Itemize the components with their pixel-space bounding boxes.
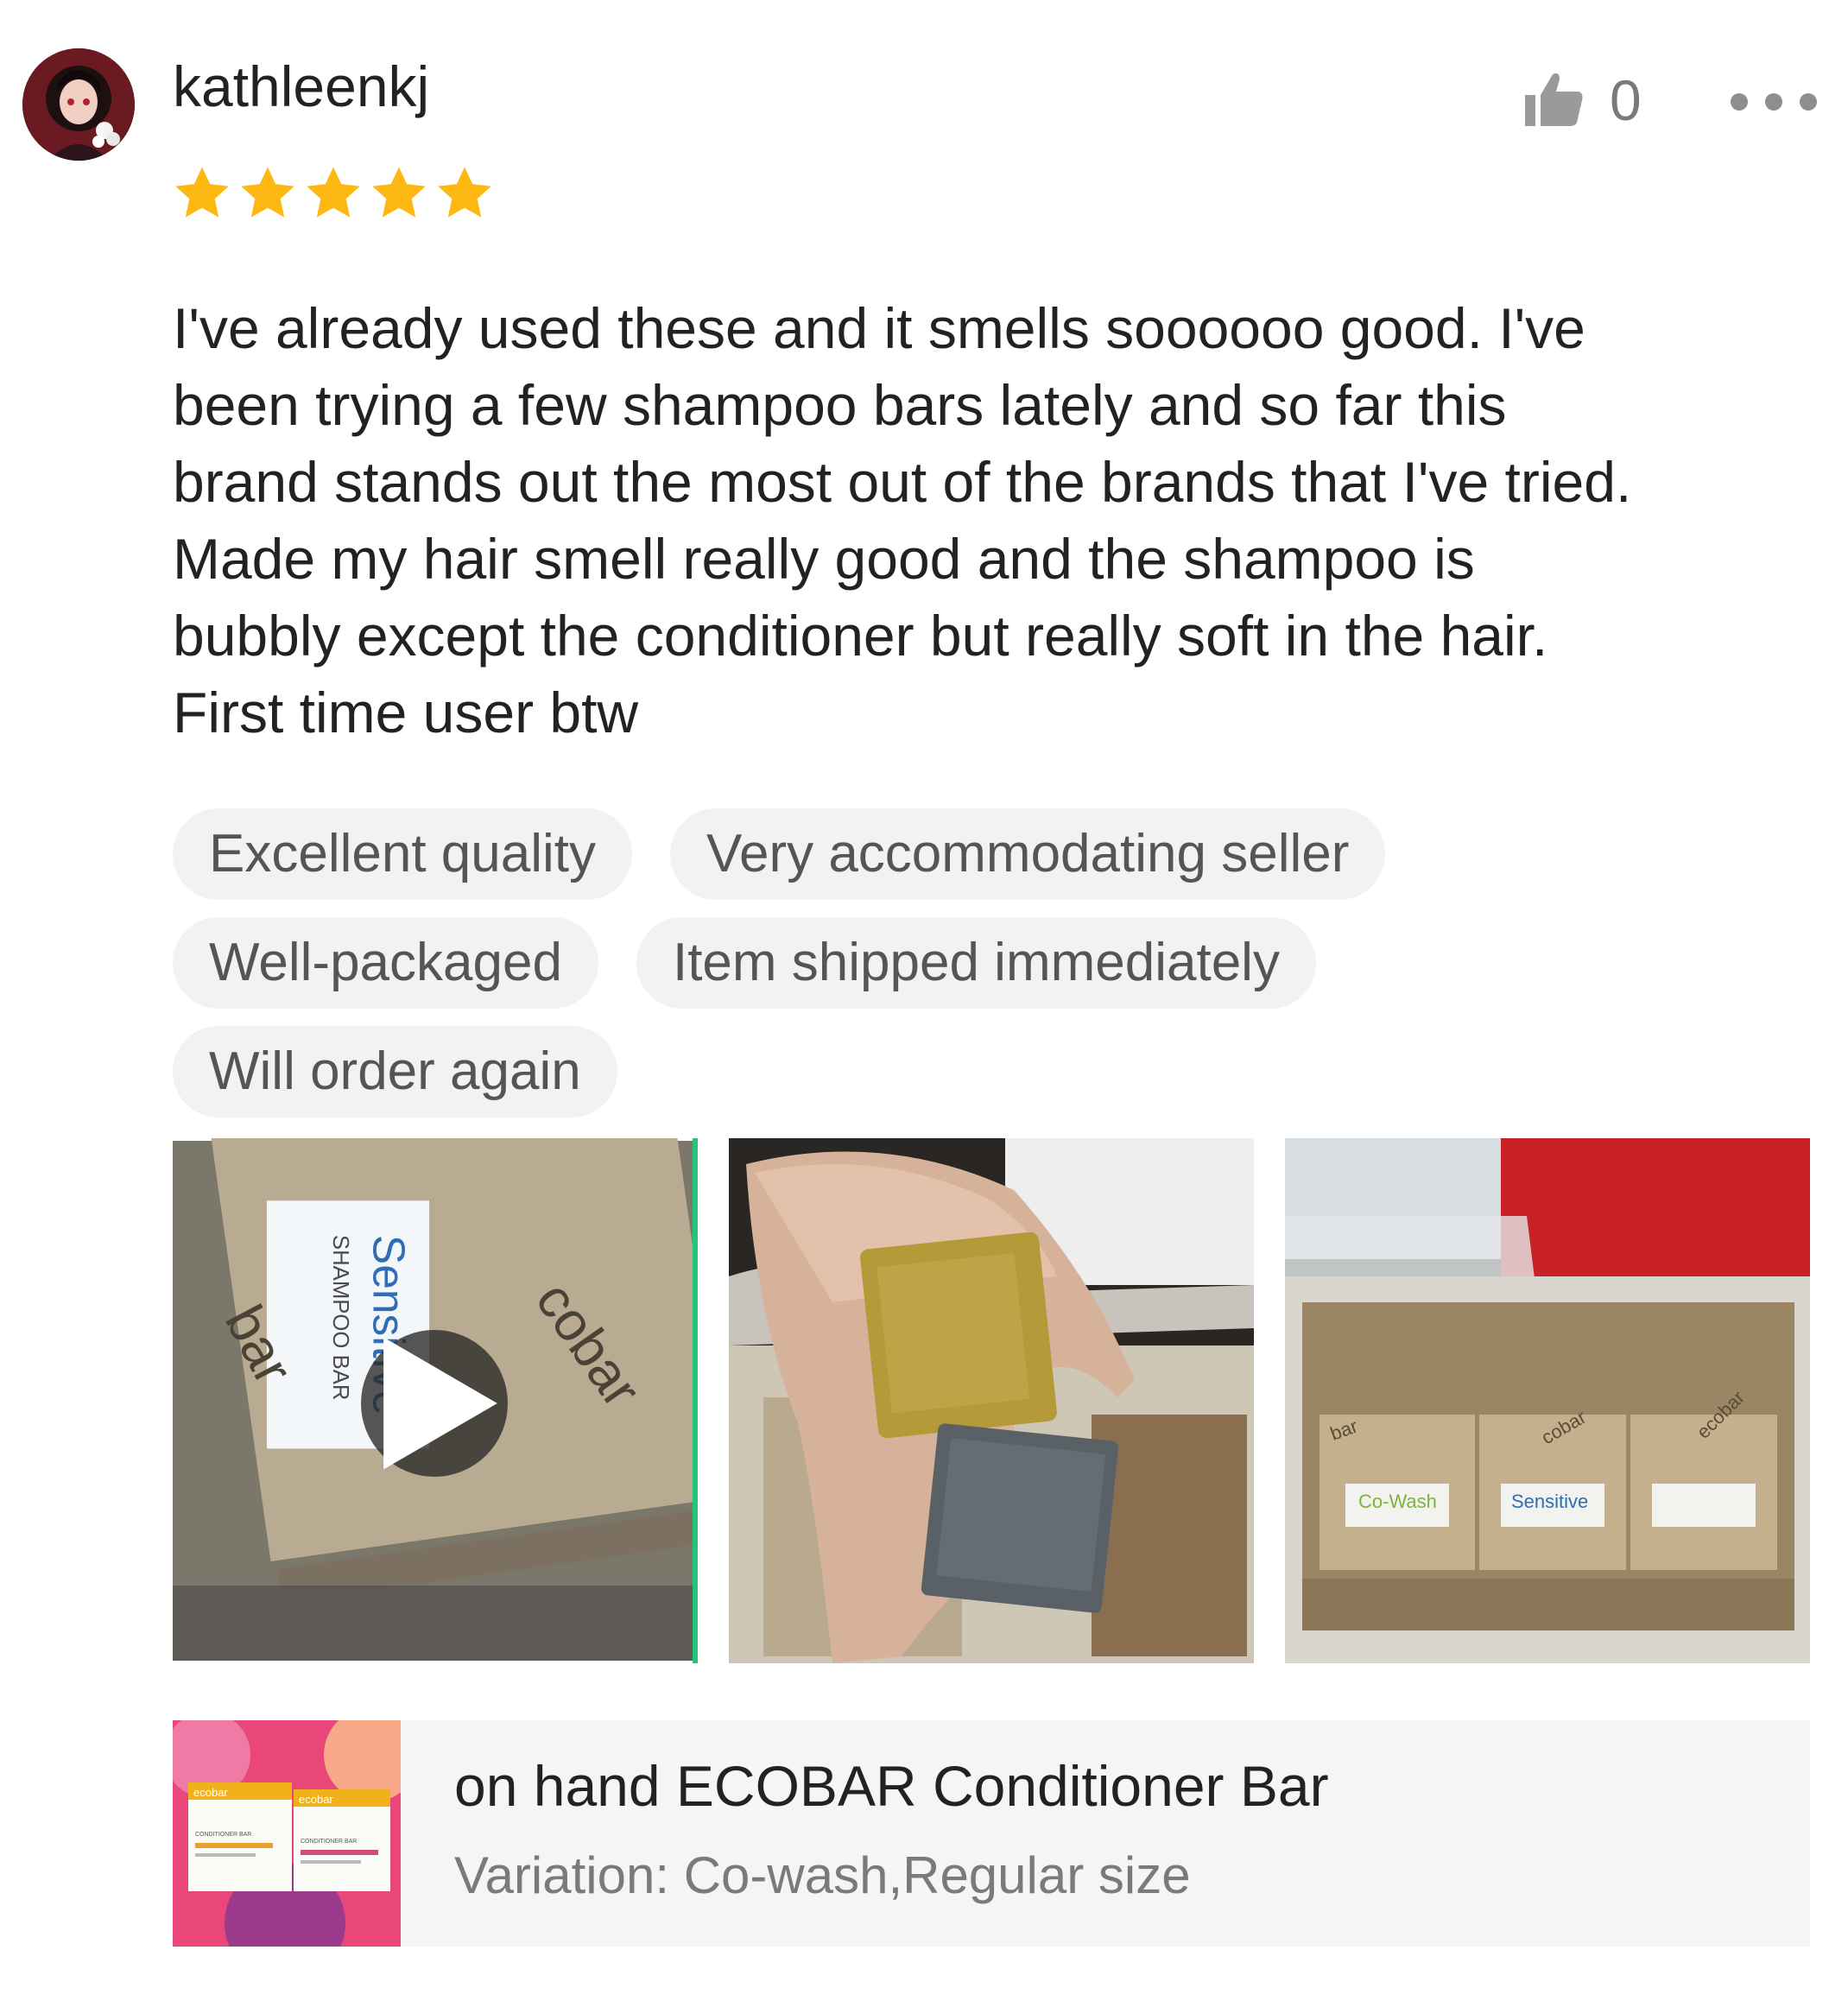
like-button[interactable]: 0 (1520, 66, 1642, 135)
product-thumbnail: ecobar ecobar CONDITIONER BAR CONDITIONE… (173, 1720, 401, 1947)
product-name: on hand ECOBAR Conditioner Bar (454, 1754, 1329, 1818)
review-media-gallery: Sensitive SHAMPOO BAR bar cobar Co-Wash … (173, 1138, 1810, 1663)
tag-row: Will order again (173, 1026, 1727, 1117)
avatar[interactable] (22, 48, 135, 161)
product-label-text: CONDITIONER BAR (301, 1839, 357, 1845)
review-tag: Well-packaged (173, 917, 598, 1009)
package-label-text: Co-Wash (1358, 1491, 1437, 1512)
tag-row: Well-packaged Item shipped immediately (173, 917, 1727, 1009)
star-rating (171, 162, 496, 225)
more-options-button[interactable] (1731, 83, 1817, 121)
product-variation: Variation: Co-wash,Regular size (454, 1846, 1191, 1904)
review-video-thumbnail[interactable]: Sensitive SHAMPOO BAR bar cobar (173, 1138, 698, 1663)
review-tags: Excellent quality Very accommodating sel… (173, 808, 1727, 1135)
review-tag: Very accommodating seller (670, 808, 1386, 900)
review-photo-thumbnail[interactable]: Co-Wash Sensitive bar cobar ecobar (1285, 1138, 1810, 1663)
product-brand-text: ecobar (193, 1786, 228, 1799)
star-icon (307, 167, 360, 218)
product-label-text: CONDITIONER BAR (195, 1832, 251, 1838)
avatar-image (22, 48, 135, 161)
review-card: kathleenkj 0 I've already used these and… (0, 0, 1848, 2007)
play-icon (383, 1337, 497, 1470)
product-thumbnail-image: ecobar ecobar CONDITIONER BAR CONDITIONE… (173, 1720, 401, 1947)
review-photo-image (729, 1138, 1254, 1663)
package-label-text: Sensitive (1511, 1491, 1588, 1512)
tag-row: Excellent quality Very accommodating sel… (173, 808, 1727, 900)
star-icon (372, 167, 426, 218)
star-icon (438, 167, 491, 218)
product-brand-text: ecobar (299, 1793, 333, 1806)
star-icon (241, 167, 294, 218)
more-dots-icon (1765, 93, 1782, 111)
review-comment: I've already used these and it smells so… (173, 296, 1632, 744)
like-count: 0 (1610, 68, 1642, 132)
package-label-text: SHAMPOO BAR (328, 1235, 352, 1401)
more-dots-icon (1800, 93, 1817, 111)
more-dots-icon (1731, 93, 1748, 111)
star-icon (175, 167, 229, 218)
reviewer-username: kathleenkj (173, 54, 430, 118)
review-tag: Excellent quality (173, 808, 633, 900)
review-tag: Will order again (173, 1026, 617, 1117)
play-button[interactable] (361, 1330, 508, 1477)
review-photo-thumbnail[interactable] (729, 1138, 1254, 1663)
purchased-product-card[interactable]: ecobar ecobar CONDITIONER BAR CONDITIONE… (173, 1720, 1810, 1947)
thumbs-up-icon (1525, 73, 1583, 126)
review-photo-image: Co-Wash Sensitive bar cobar ecobar (1285, 1138, 1810, 1663)
review-tag: Item shipped immediately (636, 917, 1316, 1009)
